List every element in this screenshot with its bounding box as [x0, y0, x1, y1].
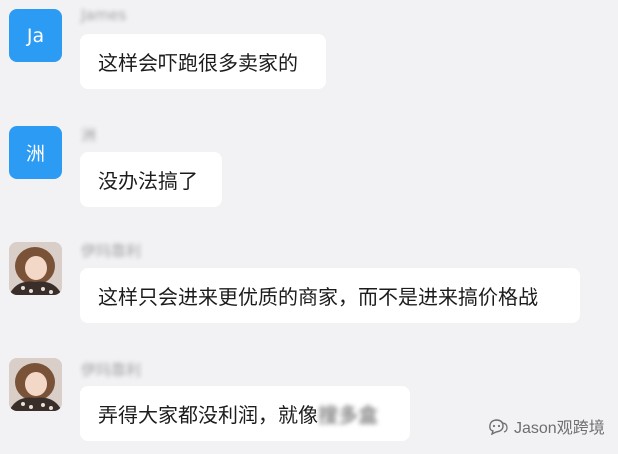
avatar[interactable]: Ja [9, 9, 62, 62]
message-text: 弄得大家都没利润，就像 [98, 403, 318, 427]
sender-name: 洲 [81, 126, 97, 144]
redacted-text: 搜多盒 [318, 403, 378, 427]
watermark-label: Jason观跨境 [514, 420, 605, 437]
sender-name: James [81, 6, 127, 24]
avatar[interactable] [9, 358, 62, 411]
avatar[interactable] [9, 242, 62, 295]
message-bubble[interactable]: 弄得大家都没利润，就像 搜多盒 [80, 386, 410, 441]
avatar-initials: 洲 [25, 143, 45, 165]
wechat-official-account-icon [489, 419, 508, 435]
message-bubble[interactable]: 这样只会进来更优质的商家，而不是进来搞价格战 [80, 268, 580, 323]
avatar-initials: Ja [26, 24, 45, 47]
profile-photo-icon [9, 242, 62, 295]
watermark: Jason观跨境 [487, 414, 605, 438]
message-text: 这样只会进来更优质的商家，而不是进来搞价格战 [98, 285, 538, 309]
profile-photo-icon [9, 358, 62, 411]
message-text: 没办法搞了 [98, 169, 198, 193]
sender-name: 伊玛靠利 [81, 361, 142, 379]
avatar[interactable]: 洲 [9, 126, 62, 179]
message-text: 这样会吓跑很多卖家的 [98, 51, 298, 75]
sender-name: 伊玛靠利 [81, 242, 142, 260]
message-bubble[interactable]: 这样会吓跑很多卖家的 [80, 34, 326, 89]
message-bubble[interactable]: 没办法搞了 [80, 152, 222, 207]
